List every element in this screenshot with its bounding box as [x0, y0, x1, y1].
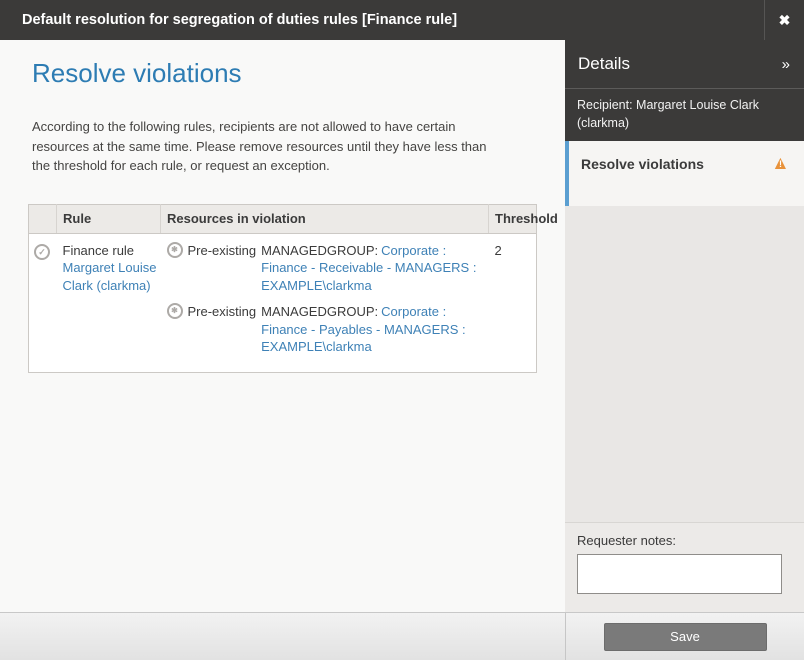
resource-entry: ✱ Pre-existing MANAGEDGROUP:Corporate : … — [167, 242, 485, 295]
collapse-chevron-icon[interactable]: » — [782, 56, 790, 73]
column-header-threshold: Threshold — [489, 204, 537, 233]
column-header-resources: Resources in violation — [161, 204, 489, 233]
resource-type: MANAGEDGROUP: — [261, 243, 378, 258]
dialog-footer: Save — [0, 612, 804, 660]
requester-notes-label: Requester notes: — [577, 533, 782, 548]
resource-entry: ✱ Pre-existing MANAGEDGROUP:Corporate : … — [167, 303, 485, 356]
footer-left — [0, 613, 565, 660]
sidebar-item-label: Resolve violations — [581, 156, 704, 172]
details-title: Details — [578, 54, 630, 74]
details-sidebar: Details » Recipient: Margaret Louise Cla… — [565, 40, 804, 612]
pre-existing-icon: ✱ — [167, 242, 183, 258]
resource-status: Pre-existing — [188, 303, 257, 321]
threshold-value: 2 — [489, 233, 537, 372]
details-header: Details » — [565, 40, 804, 88]
sidebar-spacer — [565, 206, 804, 522]
table-row: ✓ Finance rule Margaret Louise Clark (cl… — [29, 233, 537, 372]
resource-text: MANAGEDGROUP:Corporate : Finance - Recei… — [261, 242, 483, 295]
table-header-row: Rule Resources in violation Threshold — [29, 204, 537, 233]
footer-actions: Save — [565, 613, 804, 660]
close-button[interactable]: ✖ — [764, 0, 804, 40]
rule-recipient-link[interactable]: Margaret Louise Clark (clarkma) — [63, 260, 157, 293]
description-text: According to the following rules, recipi… — [32, 117, 496, 176]
close-icon: ✖ — [779, 12, 791, 28]
main-panel: Resolve violations According to the foll… — [0, 40, 565, 612]
page-title: Resolve violations — [32, 58, 533, 89]
resource-status: Pre-existing — [188, 242, 257, 260]
column-header-status — [29, 204, 57, 233]
check-circle-icon: ✓ — [34, 244, 50, 260]
save-button[interactable]: Save — [604, 623, 767, 651]
violations-table: Rule Resources in violation Threshold ✓ … — [28, 204, 537, 373]
warning-icon: ▲ ! — [771, 156, 791, 174]
recipient-info: Recipient: Margaret Louise Clark (clarkm… — [565, 88, 804, 141]
dialog: Default resolution for segregation of du… — [0, 0, 804, 660]
rule-name: Finance rule — [63, 242, 157, 260]
dialog-titlebar: Default resolution for segregation of du… — [0, 0, 804, 40]
resource-type: MANAGEDGROUP: — [261, 304, 378, 319]
resource-text: MANAGEDGROUP:Corporate : Finance - Payab… — [261, 303, 483, 356]
requester-notes-input[interactable] — [577, 554, 782, 594]
pre-existing-icon: ✱ — [167, 303, 183, 319]
sidebar-item-resolve-violations[interactable]: Resolve violations ▲ ! — [565, 141, 804, 206]
column-header-rule: Rule — [57, 204, 161, 233]
requester-notes-section: Requester notes: — [565, 522, 804, 612]
dialog-body: Resolve violations According to the foll… — [0, 40, 804, 612]
dialog-title: Default resolution for segregation of du… — [0, 0, 764, 40]
